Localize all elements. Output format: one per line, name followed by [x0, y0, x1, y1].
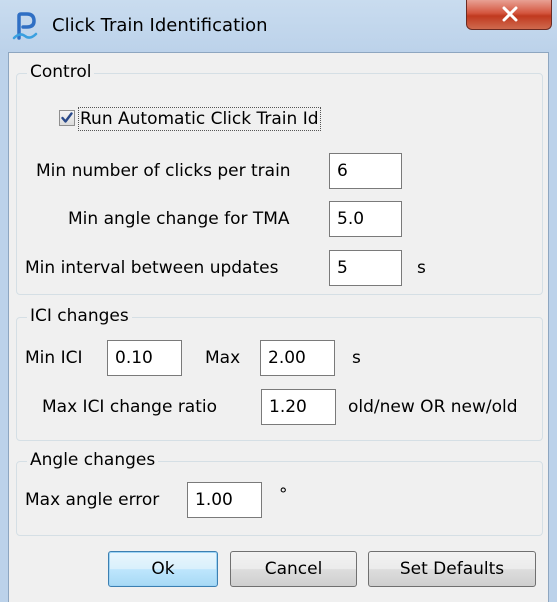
min-ici-label: Min ICI: [25, 348, 83, 368]
min-clicks-label: Min number of clicks per train: [36, 161, 291, 181]
ici-legend: ICI changes: [27, 305, 132, 327]
run-auto-checkbox[interactable]: [59, 110, 75, 126]
max-angle-error-input[interactable]: 1.00: [187, 482, 262, 518]
control-legend: Control: [27, 61, 95, 83]
min-angle-label: Min angle change for TMA: [68, 209, 290, 229]
run-auto-label[interactable]: Run Automatic Click Train Id: [78, 107, 321, 131]
control-group: Control Run Automatic Click Train Id Min…: [16, 61, 543, 295]
angle-legend: Angle changes: [27, 449, 159, 471]
angle-group: Angle changes Max angle error 1.00 °: [16, 449, 543, 536]
max-ici-input[interactable]: 2.00: [260, 340, 335, 376]
app-logo-icon: [12, 12, 38, 40]
min-clicks-input[interactable]: 6: [329, 153, 402, 189]
ici-group: ICI changes Min ICI 0.10 Max 2.00 s Max …: [16, 305, 543, 441]
ici-ratio-unit: old/new OR new/old: [348, 397, 518, 417]
min-interval-input[interactable]: 5: [329, 250, 402, 286]
min-interval-label: Min interval between updates: [25, 258, 279, 278]
window-title: Click Train Identification: [52, 15, 268, 36]
cancel-button[interactable]: Cancel: [230, 551, 357, 587]
min-interval-unit: s: [417, 258, 426, 278]
set-defaults-button[interactable]: Set Defaults: [368, 551, 536, 587]
max-angle-error-unit: °: [279, 485, 288, 505]
close-button[interactable]: [466, 0, 552, 30]
max-ici-unit: s: [352, 348, 361, 368]
ici-ratio-label: Max ICI change ratio: [42, 397, 218, 417]
min-angle-input[interactable]: 5.0: [329, 201, 402, 237]
min-ici-input[interactable]: 0.10: [107, 340, 182, 376]
max-ici-label: Max: [205, 348, 241, 368]
ici-ratio-input[interactable]: 1.20: [261, 389, 336, 425]
ok-button[interactable]: Ok: [108, 551, 218, 587]
dialog-window: Click Train Identification Control Run A…: [0, 0, 557, 602]
title-bar[interactable]: Click Train Identification: [0, 0, 557, 52]
max-angle-error-label: Max angle error: [25, 490, 160, 510]
checkmark-icon: [61, 112, 73, 123]
dialog-content: Control Run Automatic Click Train Id Min…: [8, 52, 549, 602]
